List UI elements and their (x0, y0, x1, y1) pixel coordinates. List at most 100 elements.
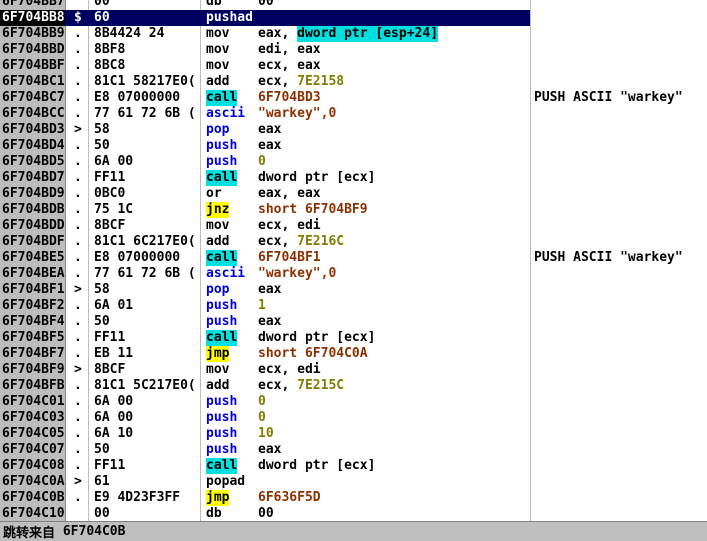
disassembly-cell: or eax, eax (200, 186, 530, 202)
address-cell: 6F704BF9 (2, 362, 65, 377)
mnemonic: call (206, 458, 238, 474)
hex-bytes-cell: 8BC8 (94, 58, 126, 73)
disasm-row[interactable]: 6F704BD5. 6A 00 push 0 (0, 154, 707, 170)
hex-bytes-cell: 58 (94, 282, 110, 297)
disasm-row[interactable]: 6F704BC1. 81C1 58217E0(add ecx, 7E2158 (0, 74, 707, 90)
analysis-mark: . (74, 154, 82, 169)
comment-cell (530, 426, 707, 442)
mnemonic-field: mov (206, 362, 258, 378)
mnemonic-field: ascii (206, 106, 258, 122)
address-cell: 6F704BF5 (2, 330, 65, 345)
disasm-row[interactable]: 6F704BF1 >58 pop eax (0, 282, 707, 298)
disasm-row[interactable]: 6F704BDD. 8BCF mov ecx, edi (0, 218, 707, 234)
disassembly-cell: push 1 (200, 298, 530, 314)
address-cell: 6F704BB7 (2, 0, 65, 9)
disassembly-cell: mov eax, dword ptr [esp+24] (200, 26, 530, 42)
hex-bytes-cell: 61 (94, 474, 110, 489)
address-cell: 6F704BDD (2, 218, 65, 233)
disasm-row[interactable]: 6F704BF7. EB 11 jmp short 6F704C0A (0, 346, 707, 362)
disasm-row[interactable]: 6F704C03. 6A 00 push 0 (0, 410, 707, 426)
hex-bytes-cell: 81C1 6C217E0( (94, 234, 196, 249)
hex-bytes-cell: 77 61 72 6B ( (94, 266, 196, 281)
mnemonic-field: push (206, 410, 258, 426)
disasm-row[interactable]: 6F704C0B. E9 4D23F3FF jmp 6F636F5D (0, 490, 707, 506)
disasm-row[interactable]: 6F704C10 00 db 00 (0, 506, 707, 521)
disasm-row[interactable]: 6F704BD7. FF11 call dword ptr [ecx] (0, 170, 707, 186)
disasm-row[interactable]: 6F704BCC. 77 61 72 6B (ascii "warkey",0 (0, 106, 707, 122)
hex-bytes-cell: 81C1 5C217E0( (94, 378, 196, 393)
disassembly-cell: pop eax (200, 282, 530, 298)
comment-cell (530, 330, 707, 346)
analysis-mark: $ (65, 10, 88, 26)
disassembly-cell: push 10 (200, 426, 530, 442)
comment-cell (530, 10, 707, 26)
disasm-row[interactable]: 6F704BE5. E8 07000000 call 6F704BF1 PUSH ASC… (0, 250, 707, 266)
disasm-row[interactable]: 6F704BDB. 75 1C jnz short 6F704BF9 (0, 202, 707, 218)
analysis-mark: . (74, 394, 82, 409)
address-cell: 6F704BF2 (2, 298, 65, 313)
disasm-row[interactable]: 6F704BD9. 0BC0 or eax, eax (0, 186, 707, 202)
analysis-mark: . (74, 490, 82, 505)
operand: 6F704BF1 (258, 250, 321, 265)
disassembly-cell: jmp short 6F704C0A (200, 346, 530, 362)
analysis-mark: . (74, 106, 82, 121)
address-cell: 6F704BC7 (2, 90, 65, 105)
mnemonic-field: push (206, 314, 258, 330)
comment-cell (530, 394, 707, 410)
operand: 0 (258, 410, 266, 425)
comment-cell (530, 266, 707, 282)
hex-bytes-cell: 0BC0 (94, 186, 126, 201)
disassembly-cell: push 0 (200, 154, 530, 170)
mnemonic-field: add (206, 378, 258, 394)
mnemonic: add (206, 74, 230, 89)
disassembly-cell: jnz short 6F704BF9 (200, 202, 530, 218)
operand: eax (258, 282, 282, 297)
disasm-row[interactable]: 6F704BF4. 50 push eax (0, 314, 707, 330)
operand: ecx, edi (258, 362, 321, 377)
hex-bytes-cell: 8BF8 (94, 42, 126, 57)
disasm-row-selected[interactable]: 6F704BB8 $60 pushad (0, 10, 707, 26)
mnemonic-field: add (206, 74, 258, 90)
disasm-row[interactable]: 6F704BF5. FF11 call dword ptr [ecx] (0, 330, 707, 346)
mnemonic-field: call (206, 170, 258, 186)
disassembly-cell: add ecx, 7E2158 (200, 74, 530, 90)
disasm-row[interactable]: 6F704BFB. 81C1 5C217E0(add ecx, 7E215C (0, 378, 707, 394)
comment-cell (530, 474, 707, 490)
disasm-row[interactable]: 6F704C0A >61 popad (0, 474, 707, 490)
mnemonic-field: call (206, 90, 258, 106)
disasm-row[interactable]: 6F704BDF. 81C1 6C217E0(add ecx, 7E216C (0, 234, 707, 250)
mnemonic: db (206, 506, 222, 521)
disasm-row[interactable]: 6F704BBD. 8BF8 mov edi, eax (0, 42, 707, 58)
disassembly-cell: mov edi, eax (200, 42, 530, 58)
address-cell: 6F704BBD (2, 42, 65, 57)
disasm-row[interactable]: 6F704BC7. E8 07000000 call 6F704BD3 PUSH ASC… (0, 90, 707, 106)
operand: short 6F704BF9 (258, 202, 368, 217)
disasm-row[interactable]: 6F704BB7 00 db 00 (0, 0, 707, 10)
disasm-row[interactable]: 6F704BBF. 8BC8 mov ecx, eax (0, 58, 707, 74)
hex-bytes-cell: E9 4D23F3FF (94, 490, 181, 505)
analysis-mark: . (74, 458, 82, 473)
address-cell: 6F704BFB (2, 378, 65, 393)
mnemonic: push (206, 394, 238, 409)
disasm-row[interactable]: 6F704BB9. 8B4424 24 mov eax, dword ptr [esp… (0, 26, 707, 42)
disasm-row[interactable]: 6F704BD4. 50 push eax (0, 138, 707, 154)
address-cell: 6F704C03 (2, 410, 65, 425)
operand: 0 (258, 154, 266, 169)
disasm-row[interactable]: 6F704BEA. 77 61 72 6B (ascii "warkey",0 (0, 266, 707, 282)
disasm-row[interactable]: 6F704BF2. 6A 01 push 1 (0, 298, 707, 314)
operand: ecx, eax (258, 58, 321, 73)
comment-cell (530, 138, 707, 154)
disasm-row[interactable]: 6F704C01. 6A 00 push 0 (0, 394, 707, 410)
analysis-mark: . (74, 250, 82, 265)
address-cell: 6F704BF7 (2, 346, 65, 361)
comment-cell (530, 506, 707, 521)
disasm-row[interactable]: 6F704C05. 6A 10 push 10 (0, 426, 707, 442)
disasm-row[interactable]: 6F704BF9 >8BCF mov ecx, edi (0, 362, 707, 378)
operand: 1 (258, 298, 266, 313)
disasm-row[interactable]: 6F704C07. 50 push eax (0, 442, 707, 458)
mnemonic-field: jmp (206, 490, 258, 506)
disasm-row[interactable]: 6F704BD3 >58 pop eax (0, 122, 707, 138)
mnemonic-field: push (206, 298, 258, 314)
address-cell: 6F704BDF (2, 234, 65, 249)
disasm-row[interactable]: 6F704C08. FF11 call dword ptr [ecx] (0, 458, 707, 474)
